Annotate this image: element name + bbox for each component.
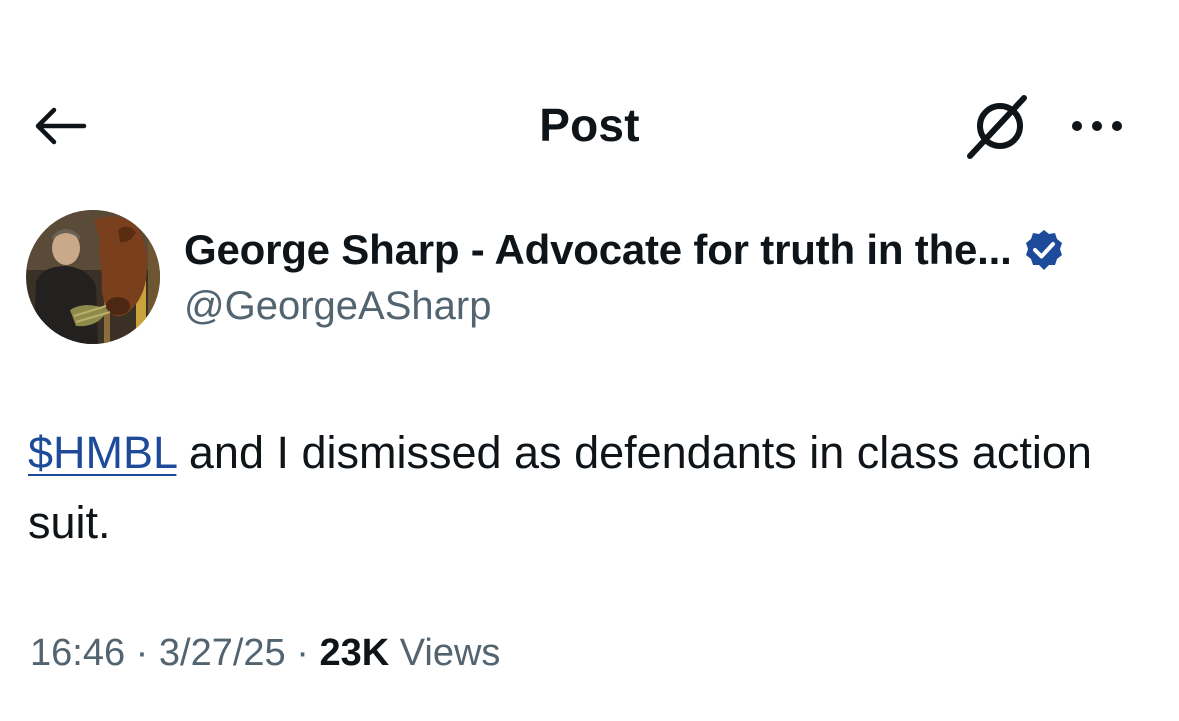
views-count[interactable]: 23K [319,632,389,674]
post-date[interactable]: 3/27/25 [159,632,286,674]
meta-separator: · [125,632,159,674]
avatar-image [26,210,160,344]
grok-button[interactable] [960,92,1038,162]
more-dots-icon [1072,121,1122,131]
post-body: $HMBL and I dismissed as defendants in c… [28,418,1148,558]
more-options-button[interactable] [1058,102,1136,150]
cashtag-link[interactable]: $HMBL [28,427,176,478]
post-author: George Sharp - Advocate for truth in the… [26,210,1156,350]
verified-badge-icon[interactable] [1022,228,1066,272]
user-handle[interactable]: @GeorgeASharp [184,284,491,329]
top-bar: Post [0,80,1179,172]
meta-separator: · [285,632,320,674]
avatar[interactable] [26,210,160,344]
post-metadata: 16:46 · 3/27/25 · 23K Views [30,632,500,675]
grok-icon [967,95,1027,159]
display-name-row: George Sharp - Advocate for truth in the… [184,226,1066,274]
views-label[interactable]: Views [389,632,501,674]
post-time[interactable]: 16:46 [30,632,125,674]
post-text: and I dismissed as defendants in class a… [28,427,1092,548]
display-name[interactable]: George Sharp - Advocate for truth in the… [184,226,1012,274]
